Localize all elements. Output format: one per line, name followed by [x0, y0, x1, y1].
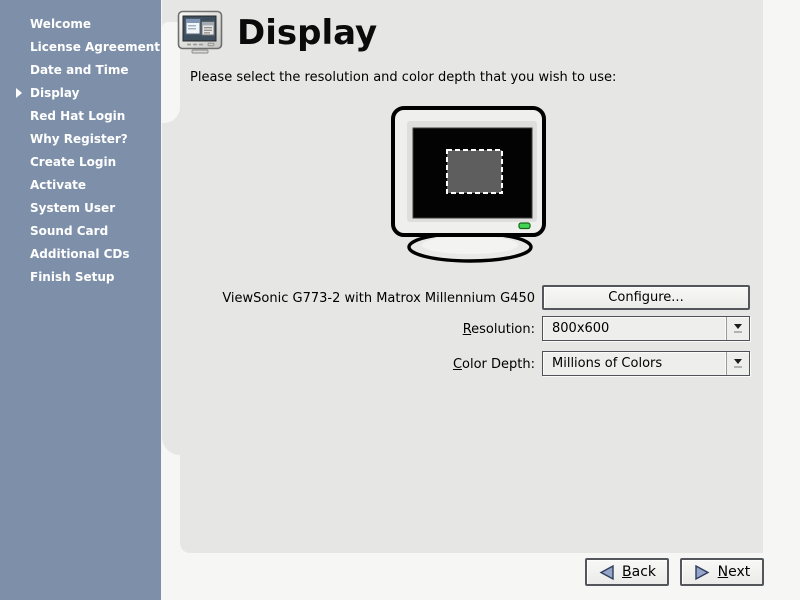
back-button[interactable]: Back [585, 558, 669, 586]
sidebar-item-system-user[interactable]: System User [0, 197, 161, 220]
next-button[interactable]: Next [680, 558, 764, 586]
dropdown-arrow-icon [726, 317, 749, 340]
resolution-label: Resolution: [180, 322, 535, 337]
sidebar-item-label: Display [30, 86, 79, 100]
power-led [519, 223, 530, 229]
sidebar-item-welcome[interactable]: Welcome [0, 13, 161, 36]
sidebar-item-license-agreement[interactable]: License Agreement [0, 36, 161, 59]
sidebar-item-label: Create Login [30, 155, 116, 169]
setup-steps-sidebar: Welcome License Agreement Date and Time … [0, 0, 161, 600]
sidebar-item-label: Activate [30, 178, 86, 192]
resolution-selection-rect [447, 150, 502, 193]
color-depth-value: Millions of Colors [552, 356, 662, 371]
sidebar-item-why-register[interactable]: Why Register? [0, 128, 161, 151]
page-subtitle: Please select the resolution and color d… [190, 70, 616, 85]
sidebar-item-label: Date and Time [30, 63, 128, 77]
content-area: Display Please select the resolution and… [161, 0, 800, 600]
sidebar-item-label: License Agreement [30, 40, 160, 54]
sidebar-item-create-login[interactable]: Create Login [0, 151, 161, 174]
sidebar-item-label: Welcome [30, 17, 91, 31]
sidebar-item-date-and-time[interactable]: Date and Time [0, 59, 161, 82]
back-arrow-icon [598, 564, 615, 581]
next-button-label: Next [718, 564, 751, 580]
sidebar-item-additional-cds[interactable]: Additional CDs [0, 243, 161, 266]
configure-button[interactable]: Configure... [542, 285, 750, 310]
resolution-value: 800x600 [552, 321, 609, 336]
color-depth-dropdown[interactable]: Millions of Colors [542, 351, 750, 376]
back-button-label: Back [622, 564, 656, 580]
firstboot-window: Welcome License Agreement Date and Time … [0, 0, 800, 600]
sidebar-item-label: Additional CDs [30, 247, 130, 261]
sidebar-item-activate[interactable]: Activate [0, 174, 161, 197]
resolution-dropdown[interactable]: 800x600 [542, 316, 750, 341]
sidebar-item-sound-card[interactable]: Sound Card [0, 220, 161, 243]
sidebar-item-label: Red Hat Login [30, 109, 125, 123]
current-step-arrow-icon [16, 88, 22, 98]
sidebar-item-label: Sound Card [30, 224, 108, 238]
sidebar-item-finish-setup[interactable]: Finish Setup [0, 266, 161, 289]
configure-button-label: Configure... [608, 290, 683, 305]
sidebar-item-label: Finish Setup [30, 270, 114, 284]
dropdown-arrow-icon [726, 352, 749, 375]
sidebar-item-red-hat-login[interactable]: Red Hat Login [0, 105, 161, 128]
sidebar-item-label: System User [30, 201, 115, 215]
sidebar-item-display[interactable]: Display [0, 82, 161, 105]
sidebar-item-label: Why Register? [30, 132, 128, 146]
monitor-windows-icon [177, 10, 223, 54]
page-title: Display [237, 13, 377, 53]
color-depth-label: Color Depth: [180, 357, 535, 372]
monitor-preview-illustration [383, 100, 558, 268]
device-label: ViewSonic G773-2 with Matrox Millennium … [180, 291, 535, 306]
next-arrow-icon [694, 564, 711, 581]
setup-steps-list: Welcome License Agreement Date and Time … [0, 13, 161, 289]
